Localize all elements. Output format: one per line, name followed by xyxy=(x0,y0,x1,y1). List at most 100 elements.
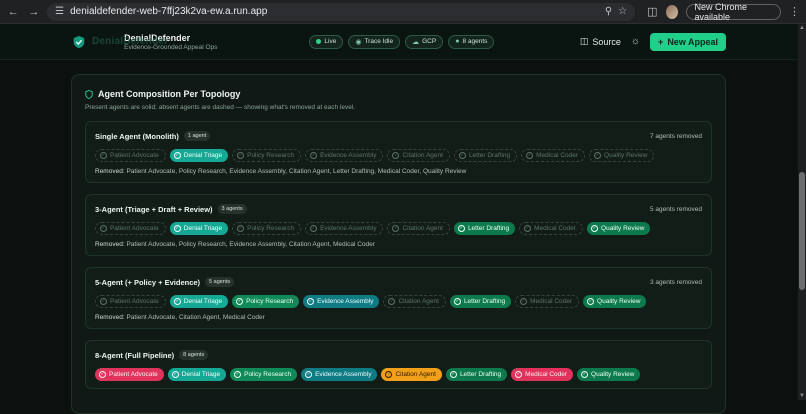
status-pill-agents: ● 8 agents xyxy=(448,34,495,49)
check-circle-icon: ✓ xyxy=(385,371,393,378)
topology-card: 8-Agent (Full Pipeline) 8 agents ✓ Patient … xyxy=(85,340,712,389)
theme-toggle-icon[interactable]: ☼ xyxy=(631,36,640,47)
removed-count: 3 agents removed xyxy=(649,278,702,286)
agent-chip: ✓ Citation Agent xyxy=(387,222,450,235)
agent-chip: ✓ Evidence Assembly xyxy=(305,149,384,162)
agent-chip: ✓ Medical Coder xyxy=(515,295,580,308)
agent-chip-label: Letter Drafting xyxy=(463,298,506,305)
agent-count-badge: 5 agents xyxy=(205,277,235,287)
topology-card: Single Agent (Monolith) 1 agent 7 agents r… xyxy=(85,121,712,183)
check-circle-icon: ✓ xyxy=(173,225,181,232)
agent-chip: ✓ Quality Review xyxy=(583,295,647,308)
topology-name: 5-Agent (+ Policy + Evidence) xyxy=(95,277,201,287)
agent-chip-label: Patient Advocate xyxy=(110,225,159,232)
agent-chip: ✓ Evidence Assembly xyxy=(301,368,378,381)
zoom-icon[interactable]: ⚲ xyxy=(605,6,612,17)
agent-chip-label: Evidence Assembly xyxy=(317,298,374,305)
agent-chip-label: Policy Research xyxy=(247,225,295,232)
topology-name: 8-Agent (Full Pipeline) xyxy=(95,350,175,360)
status-pill-gcp: ☁ GCP xyxy=(405,34,444,49)
brand-logo-text: DenialDefender xyxy=(92,36,169,47)
agent-chip: ✓ Quality Review xyxy=(589,149,655,162)
brand[interactable]: DenialDefender DenialDefender Evidence-G… xyxy=(72,33,217,51)
check-circle-icon: ✓ xyxy=(234,371,242,378)
check-circle-icon: ✓ xyxy=(305,371,313,378)
new-chrome-button[interactable]: New Chrome available xyxy=(685,2,781,22)
address-bar[interactable]: ☰ denialdefender-web-7ffj23k2va-ew.a.run… xyxy=(47,2,636,21)
check-circle-icon: ✓ xyxy=(173,152,181,159)
removed-label: Removed: xyxy=(95,314,125,321)
check-circle-icon: ✓ xyxy=(310,152,318,159)
check-circle-icon: ✓ xyxy=(591,225,599,232)
agent-chip: ✓ Medical Coder xyxy=(511,368,574,381)
new-appeal-button[interactable]: + New Appeal xyxy=(650,32,726,51)
check-circle-icon: ✓ xyxy=(594,152,602,159)
agent-chip: ✓ Patient Advocate xyxy=(95,368,164,381)
removed-list: Patient Advocate, Citation Agent, Medica… xyxy=(126,314,265,321)
agent-chip: ✓ Patient Advocate xyxy=(95,222,166,235)
agent-chip: ✓ Medical Coder xyxy=(519,222,584,235)
agent-chip-label: Quality Review xyxy=(601,225,645,232)
topology-card: 3-Agent (Triage + Draft + Review) 3 agent… xyxy=(85,194,712,256)
topology-card: 5-Agent (+ Policy + Evidence) 5 agents 3 a… xyxy=(85,267,712,329)
forward-icon[interactable]: → xyxy=(27,4,42,20)
panel-title: Agent Composition Per Topology xyxy=(98,89,241,99)
panel-description: Present agents are solid; absent agents … xyxy=(85,104,356,111)
agent-chip-label: Policy Research xyxy=(246,298,294,305)
agent-chip-label: Evidence Assembly xyxy=(320,152,377,159)
agent-count-badge: 3 agents xyxy=(217,204,247,214)
url-text: denialdefender-web-7ffj23k2va-ew.a.run.a… xyxy=(70,6,268,17)
status-pill-live: Live xyxy=(309,34,344,49)
removed-agents: Removed: Patient Advocate, Policy Resear… xyxy=(95,168,702,175)
scroll-down-icon[interactable]: ▼ xyxy=(798,392,806,400)
agent-chip: ✓ Patient Advocate xyxy=(95,295,166,308)
live-dot-icon xyxy=(316,39,322,44)
check-circle-icon: ✓ xyxy=(520,298,528,305)
agent-chip-label: Medical Coder xyxy=(536,152,579,159)
check-circle-icon: ✓ xyxy=(392,152,400,159)
agent-chip: ✓ Policy Research xyxy=(230,368,298,381)
scrollbar-thumb[interactable] xyxy=(799,172,805,290)
topology-name: 3-Agent (Triage + Draft + Review) xyxy=(95,204,213,214)
page-scrollbar[interactable]: ▲ ▼ xyxy=(798,24,806,400)
check-circle-icon: ✓ xyxy=(458,152,466,159)
agent-count-badge: 1 agent xyxy=(183,131,211,141)
agent-chip-label: Letter Drafting xyxy=(467,225,510,232)
agent-chip: ✓ Evidence Assembly xyxy=(305,222,384,235)
scroll-up-icon[interactable]: ▲ xyxy=(798,24,806,32)
agent-chip-label: Citation Agent xyxy=(398,298,439,305)
profile-avatar[interactable] xyxy=(665,4,678,19)
agent-chip-label: Denial Triage xyxy=(183,152,223,159)
shield-check-icon xyxy=(73,35,85,48)
agent-chip: ✓ Citation Agent xyxy=(383,295,446,308)
removed-count: 5 agents removed xyxy=(649,205,702,213)
extensions-icon[interactable]: ◫ xyxy=(647,5,657,18)
browser-toolbar: ← → ☰ denialdefender-web-7ffj23k2va-ew.a… xyxy=(0,0,806,24)
check-circle-icon: ✓ xyxy=(587,298,595,305)
back-icon[interactable]: ← xyxy=(6,4,21,20)
status-pills: Live ◉ Trace Idle ☁ GCP ● 8 agents xyxy=(309,34,495,49)
removed-agents: Removed: Patient Advocate, Policy Resear… xyxy=(95,241,702,248)
check-circle-icon: ✓ xyxy=(457,225,465,232)
check-circle-icon: ✓ xyxy=(581,371,589,378)
chrome-menu-icon[interactable]: ⋮ xyxy=(789,5,800,18)
agent-chip: ✓ Policy Research xyxy=(232,222,302,235)
check-circle-icon: ✓ xyxy=(524,225,532,232)
app-header: DenialDefender DenialDefender Evidence-G… xyxy=(0,24,798,60)
agent-chip: ✓ Letter Drafting xyxy=(445,368,508,381)
check-circle-icon: ✓ xyxy=(388,298,396,305)
agent-chip-label: Quality Review xyxy=(597,298,641,305)
trace-icon: ◉ xyxy=(355,38,362,46)
check-circle-icon: ✓ xyxy=(515,371,523,378)
check-circle-icon: ✓ xyxy=(392,225,400,232)
site-info-icon[interactable]: ☰ xyxy=(55,6,64,17)
agent-chip: ✓ Quality Review xyxy=(577,368,641,381)
source-button[interactable]: ◫ Source xyxy=(580,36,621,47)
plus-icon: + xyxy=(658,36,664,47)
check-circle-icon: ✓ xyxy=(99,371,106,378)
agent-chip: ✓ Letter Drafting xyxy=(453,222,516,235)
agent-chip-label: Citation Agent xyxy=(402,225,443,232)
bookmark-star-icon[interactable]: ☆ xyxy=(618,6,627,17)
check-circle-icon: ✓ xyxy=(310,225,318,232)
agent-chip-label: Denial Triage xyxy=(181,371,221,378)
